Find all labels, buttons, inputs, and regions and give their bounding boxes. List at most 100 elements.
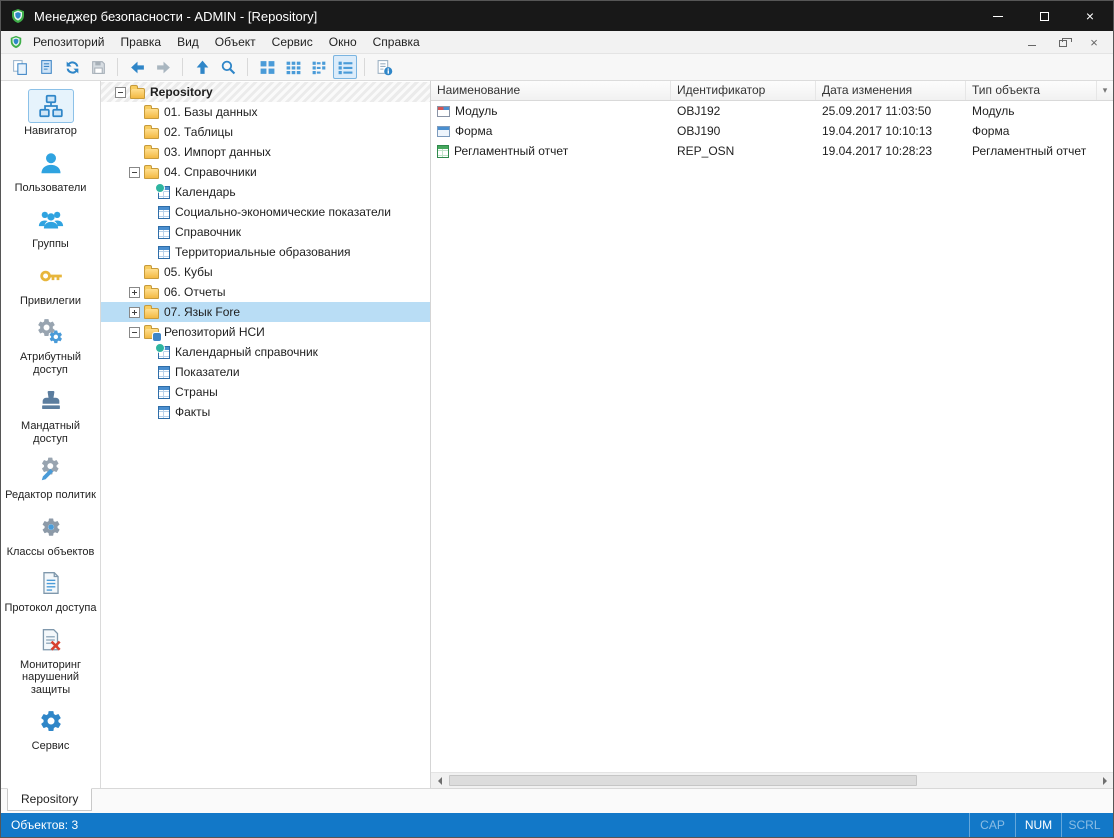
scroll-left-button[interactable] [431, 773, 447, 789]
tree-item-label: Страны [175, 385, 224, 399]
maximize-button[interactable] [1021, 1, 1067, 31]
mdi-restore-button[interactable] [1056, 36, 1070, 48]
document-shield-icon [9, 35, 23, 49]
mdi-close-button[interactable]: × [1087, 36, 1101, 48]
menu-view[interactable]: Вид [169, 31, 207, 53]
refresh-button[interactable] [60, 55, 84, 79]
save-button[interactable] [86, 55, 110, 79]
groups-icon [28, 202, 74, 236]
edit-object-button[interactable] [34, 55, 58, 79]
mdi-minimize-button[interactable] [1025, 36, 1039, 48]
sidebar-item-mandatory-access[interactable]: Мандатный доступ [3, 384, 99, 445]
tree-item-repository[interactable]: Repository [101, 82, 430, 102]
properties-button[interactable] [372, 55, 396, 79]
menu-repository[interactable]: Репозиторий [25, 31, 113, 53]
tree-item[interactable]: 02. Таблицы [101, 122, 430, 142]
up-button[interactable] [190, 55, 214, 79]
scrollbar-track[interactable] [447, 773, 1097, 789]
large-icons-view-button[interactable] [255, 55, 279, 79]
expand-expander-icon[interactable] [129, 287, 140, 298]
menu-window[interactable]: Окно [321, 31, 365, 53]
tree-item[interactable]: Территориальные образования [101, 242, 430, 262]
sidebar: Навигатор Пользователи Группы Привилегии… [1, 81, 101, 788]
tree-item[interactable]: Страны [101, 382, 430, 402]
sidebar-item-navigator[interactable]: Навигатор [3, 89, 99, 138]
collapse-expander-icon[interactable] [129, 167, 140, 178]
tab-repository[interactable]: Repository [7, 788, 92, 811]
sidebar-item-users[interactable]: Пользователи [3, 146, 99, 195]
sidebar-item-groups[interactable]: Группы [3, 202, 99, 251]
tree-item[interactable]: Справочник [101, 222, 430, 242]
tree-item-label: Календарь [175, 185, 242, 199]
menu-service[interactable]: Сервис [264, 31, 321, 53]
small-icons-view-icon [285, 59, 302, 76]
folder-icon [144, 108, 159, 119]
app-window: Менеджер безопасности - ADMIN - [Reposit… [0, 0, 1114, 838]
sidebar-item-privileges[interactable]: Привилегии [3, 259, 99, 308]
column-header-type[interactable]: Тип объекта [966, 81, 1097, 100]
object-identifier: OBJ190 [671, 124, 816, 138]
tree-item[interactable]: Социально-экономические показатели [101, 202, 430, 222]
back-arrow-icon [129, 59, 146, 76]
new-object-button[interactable] [8, 55, 32, 79]
search-icon [220, 59, 237, 76]
scrollbar-thumb[interactable] [449, 775, 917, 786]
column-header-identifier[interactable]: Идентификатор [671, 81, 816, 100]
minimize-button[interactable] [975, 1, 1021, 31]
sidebar-item-access-log[interactable]: Протокол доступа [3, 566, 99, 615]
tree-item[interactable]: 03. Импорт данных [101, 142, 430, 162]
object-type: Регламентный отчет [966, 144, 1113, 158]
list-view-button[interactable] [307, 55, 331, 79]
collapse-expander-icon[interactable] [115, 87, 126, 98]
horizontal-scrollbar[interactable] [431, 772, 1113, 788]
details-view-button[interactable] [333, 55, 357, 79]
tree-item-label: Репозиторий НСИ [164, 325, 271, 339]
tree-item[interactable]: Репозиторий НСИ [101, 322, 430, 342]
column-header-modified[interactable]: Дата изменения [816, 81, 966, 100]
search-button[interactable] [216, 55, 240, 79]
column-header-name[interactable]: Наименование [431, 81, 671, 100]
menu-edit[interactable]: Правка [113, 31, 170, 53]
forward-button[interactable] [151, 55, 175, 79]
toolbar [1, 54, 1113, 81]
tree-item[interactable]: 05. Кубы [101, 262, 430, 282]
tree-item[interactable]: Показатели [101, 362, 430, 382]
titlebar: Менеджер безопасности - ADMIN - [Reposit… [1, 1, 1113, 31]
sidebar-item-attribute-access[interactable]: Атрибутный доступ [3, 315, 99, 376]
sidebar-item-violation-monitoring[interactable]: Мониторинг нарушений защиты [3, 623, 99, 697]
sheet-icon [158, 366, 170, 379]
key-icon [28, 259, 74, 293]
close-button[interactable]: × [1067, 1, 1113, 31]
module-icon [437, 106, 450, 117]
tree-item[interactable]: 06. Отчеты [101, 282, 430, 302]
main-area: Навигатор Пользователи Группы Привилегии… [1, 81, 1113, 788]
small-icons-view-button[interactable] [281, 55, 305, 79]
column-chooser-button[interactable]: ▾ [1097, 81, 1113, 100]
tree-item-selected[interactable]: 07. Язык Fore [101, 302, 430, 322]
tree-item[interactable]: Факты [101, 402, 430, 422]
menu-help[interactable]: Справка [365, 31, 428, 53]
tree-item[interactable]: 04. Справочники [101, 162, 430, 182]
sidebar-item-label: Классы объектов [7, 546, 95, 559]
menubar: Репозиторий Правка Вид Объект Сервис Окн… [1, 31, 1113, 54]
tree-item-label: Справочник [175, 225, 247, 239]
tree-item[interactable]: 01. Базы данных [101, 102, 430, 122]
menu-object[interactable]: Объект [207, 31, 264, 53]
back-button[interactable] [125, 55, 149, 79]
toolbar-separator [182, 58, 183, 76]
table-row[interactable]: Модуль OBJ192 25.09.2017 11:03:50 Модуль [431, 101, 1113, 121]
expand-expander-icon[interactable] [129, 307, 140, 318]
tree-item-label: Социально-экономические показатели [175, 205, 397, 219]
tree-item[interactable]: Календарный справочник [101, 342, 430, 362]
collapse-expander-icon[interactable] [129, 327, 140, 338]
sidebar-item-object-classes[interactable]: Классы объектов [3, 510, 99, 559]
sidebar-item-label: Группы [32, 238, 69, 251]
scroll-right-button[interactable] [1097, 773, 1113, 789]
sidebar-item-policy-editor[interactable]: Редактор политик [3, 453, 99, 502]
table-row[interactable]: Форма OBJ190 19.04.2017 10:10:13 Форма [431, 121, 1113, 141]
sidebar-item-service[interactable]: Сервис [3, 704, 99, 753]
table-row[interactable]: Регламентный отчет REP_OSN 19.04.2017 10… [431, 141, 1113, 161]
tree-item[interactable]: Календарь [101, 182, 430, 202]
folder-icon [144, 268, 159, 279]
maximize-icon [1040, 12, 1049, 21]
